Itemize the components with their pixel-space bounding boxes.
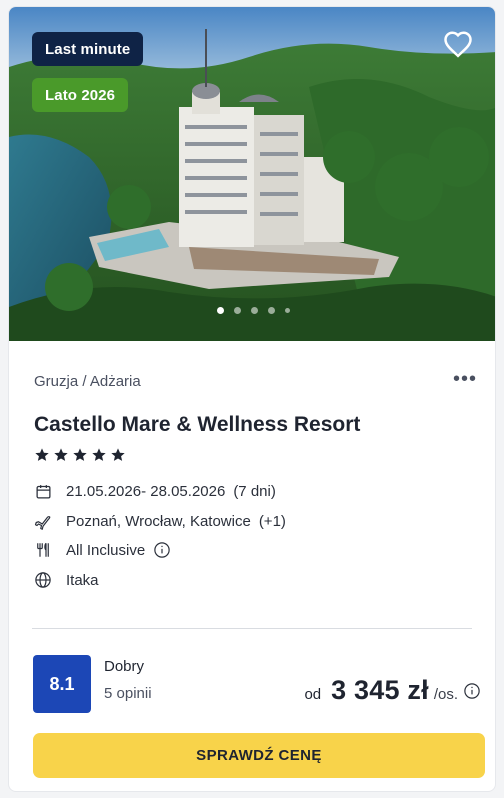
board-info-icon[interactable] xyxy=(153,541,171,559)
price-prefix: od xyxy=(304,686,322,703)
divider xyxy=(32,628,472,629)
trip-dates: 21.05.2026- 28.05.2026 (7 dni) xyxy=(34,482,276,500)
price: od 3 345 zł /os. xyxy=(304,675,481,706)
carousel-dots xyxy=(9,307,495,314)
season-badge: Lato 2026 xyxy=(32,78,129,112)
hotel-title[interactable]: Castello Mare & Wellness Resort xyxy=(34,413,360,437)
dates-text: 21.05.2026- 28.05.2026 xyxy=(66,482,226,500)
tour-operator: Itaka xyxy=(34,571,99,589)
operator-text: Itaka xyxy=(66,571,99,589)
reviews-count-link[interactable]: 5 opinii xyxy=(104,685,152,702)
location-breadcrumb: Gruzja / Adżaria xyxy=(34,373,141,390)
info-icon xyxy=(154,542,170,558)
hotel-stars xyxy=(34,447,126,463)
rating-label: Dobry xyxy=(104,658,145,675)
favorite-button[interactable] xyxy=(443,30,483,70)
price-unit: /os. xyxy=(433,686,458,703)
carousel-dot[interactable] xyxy=(284,308,290,313)
price-amount: 3 345 zł xyxy=(331,675,429,705)
info-icon xyxy=(464,682,480,699)
star-icon xyxy=(54,448,68,461)
carousel-dot[interactable] xyxy=(216,307,224,314)
board-text: All Inclusive xyxy=(66,541,146,559)
hotel-photo-carousel[interactable]: Last minute Lato 2026 xyxy=(9,7,495,341)
offer-card[interactable]: Last minute Lato 2026 Gruzja / Adżaria •… xyxy=(8,6,496,792)
cutlery-icon xyxy=(34,541,52,559)
rating-score: 8.1 xyxy=(33,655,91,713)
board-type: All Inclusive xyxy=(34,541,171,559)
airports-text: Poznań, Wrocław, Katowice xyxy=(66,512,251,530)
carousel-dot[interactable] xyxy=(250,307,258,314)
duration-text: (7 dni) xyxy=(233,482,276,500)
calendar-icon xyxy=(34,482,52,500)
carousel-dot[interactable] xyxy=(233,307,241,314)
globe-icon xyxy=(34,571,52,589)
check-price-button[interactable]: SPRAWDŹ CENĘ xyxy=(33,733,485,778)
star-icon xyxy=(73,448,87,461)
star-icon xyxy=(92,448,106,461)
plane-icon xyxy=(34,512,52,530)
heart-outline-icon xyxy=(444,31,472,58)
airports-more-link[interactable]: (+1) xyxy=(259,513,286,530)
carousel-dot[interactable] xyxy=(267,307,275,314)
departure-airports: Poznań, Wrocław, Katowice (+1) xyxy=(34,512,286,530)
more-options-button[interactable]: ••• xyxy=(453,369,477,389)
last-minute-badge: Last minute xyxy=(32,32,144,66)
price-info-button[interactable] xyxy=(463,682,481,700)
star-icon xyxy=(35,448,49,461)
star-icon xyxy=(111,448,125,461)
